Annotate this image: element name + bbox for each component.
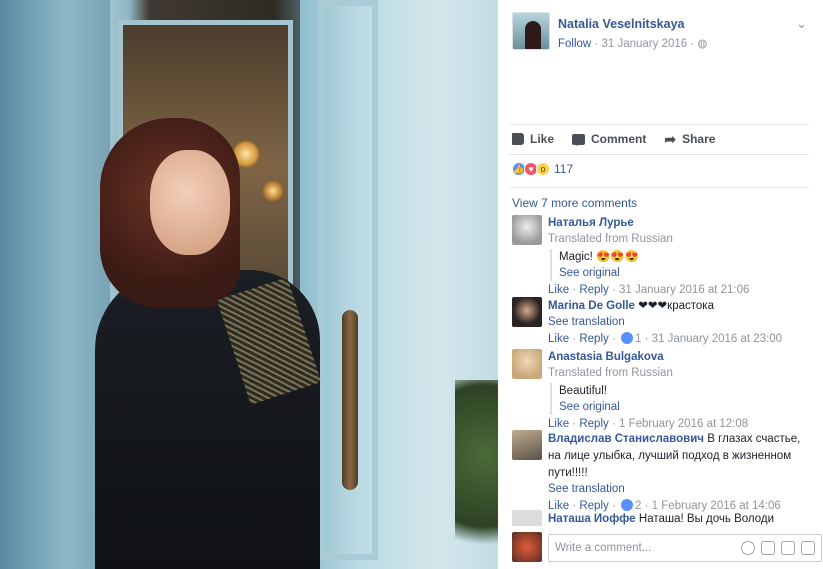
comment-composer: Write a comment... <box>512 532 822 562</box>
comment: Наташа Иоффе Наташа! Вы дочь Володи <box>512 510 812 526</box>
comment-input[interactable]: Write a comment... <box>548 534 822 562</box>
commenter-name[interactable]: Наташа Иоффе <box>548 513 636 525</box>
divider <box>510 154 809 155</box>
see-translation-link[interactable]: See translation <box>548 314 812 330</box>
divider <box>510 124 809 125</box>
comment-timestamp[interactable]: 31 January 2016 at 21:06 <box>619 284 749 296</box>
comment-footer: Like · Reply · 31 January 2016 at 21:06 <box>548 284 750 296</box>
comment-timestamp[interactable]: 1 February 2016 at 12:08 <box>619 418 748 430</box>
comment-like-link[interactable]: Like <box>548 333 569 345</box>
post-date[interactable]: 31 January 2016 <box>601 38 687 50</box>
reaction-count: 117 <box>554 162 574 176</box>
camera-icon[interactable] <box>761 541 775 555</box>
commenter-avatar[interactable] <box>512 430 542 460</box>
post-actions: Like Comment ➦ Share <box>512 130 715 148</box>
gif-icon[interactable] <box>781 541 795 555</box>
divider <box>510 187 809 188</box>
thumbs-up-icon <box>512 133 524 145</box>
comment-button[interactable]: Comment <box>572 130 646 148</box>
follow-link[interactable]: Follow <box>558 38 591 50</box>
commenter-name[interactable]: Наталья Лурье <box>548 215 812 231</box>
comment-timestamp[interactable]: 31 January 2016 at 23:00 <box>652 333 782 345</box>
comment-input-placeholder: Write a comment... <box>555 542 652 554</box>
door-handle <box>342 310 358 490</box>
commenter-name[interactable]: Anastasia Bulgakova <box>548 349 812 365</box>
christmas-tree <box>455 380 498 569</box>
post-side-panel: Natalia Veselnitskaya Follow · 31 Januar… <box>498 0 823 569</box>
see-original-link[interactable]: See original <box>559 265 812 281</box>
comment-label: Comment <box>591 132 647 146</box>
emoji-icon[interactable] <box>741 541 755 555</box>
comment-reply-link[interactable]: Reply <box>579 284 608 296</box>
current-user-avatar <box>512 532 542 562</box>
globe-icon: ◍ <box>697 38 708 50</box>
comment-reply-link[interactable]: Reply <box>579 418 608 430</box>
commenter-name[interactable]: Marina De Golle <box>548 300 635 312</box>
author-name[interactable]: Natalia Veselnitskaya <box>558 17 684 31</box>
commenter-name[interactable]: Владислав Станиславович <box>548 433 704 445</box>
composer-tools <box>741 541 815 555</box>
woman-face <box>150 150 230 255</box>
share-label: Share <box>682 132 716 146</box>
author-avatar[interactable] <box>512 12 550 50</box>
door-left <box>0 0 110 569</box>
comment-like-link[interactable]: Like <box>548 284 569 296</box>
post-photo[interactable] <box>0 0 498 569</box>
see-original-link[interactable]: See original <box>559 399 812 415</box>
commenter-avatar[interactable] <box>512 510 542 526</box>
post-meta: Follow · 31 January 2016 · ◍ <box>558 38 708 50</box>
chandelier-light <box>262 180 284 202</box>
chevron-down-icon[interactable]: ⌄ <box>796 16 807 32</box>
translated-note: Translated from Russian <box>548 367 673 379</box>
comment-text: ❤❤❤краcтока <box>638 300 714 312</box>
comment-like-count[interactable]: 1 <box>635 333 641 345</box>
comment-icon <box>572 133 586 146</box>
like-label: Like <box>530 132 555 146</box>
view-more-comments-link[interactable]: View 7 more comments <box>512 196 637 210</box>
reactions-summary[interactable]: 👍 ♥ o 117 <box>512 162 573 176</box>
sticker-icon[interactable] <box>801 541 815 555</box>
comment-like-link[interactable]: Like <box>548 418 569 430</box>
translated-note: Translated from Russian <box>548 233 673 245</box>
comment-text: Magic! 😍😍😍 <box>559 251 640 263</box>
commenter-avatar[interactable] <box>512 215 542 245</box>
comment-reply-link[interactable]: Reply <box>579 333 608 345</box>
wow-reaction-icon: o <box>536 162 550 176</box>
like-count-icon <box>620 332 633 344</box>
commenter-avatar[interactable] <box>512 349 542 379</box>
commenter-avatar[interactable] <box>512 297 542 327</box>
see-translation-link[interactable]: See translation <box>548 481 812 497</box>
share-icon: ➦ <box>664 131 677 147</box>
like-button[interactable]: Like <box>512 130 554 148</box>
share-button[interactable]: ➦ Share <box>664 130 715 148</box>
comment-text: Beautiful! <box>559 385 607 397</box>
comment-footer: Like · Reply · 1 · 31 January 2016 at 23… <box>548 332 783 345</box>
comment-text: Наташа! Вы дочь Володи <box>638 513 775 525</box>
